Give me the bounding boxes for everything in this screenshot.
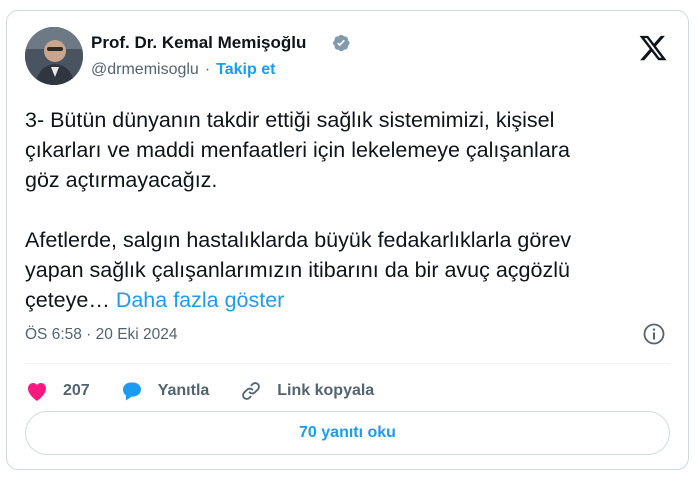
- heart-icon: [28, 383, 46, 401]
- separator-dot: ·: [204, 61, 211, 78]
- tweet-body: 3- Bütün dünyanın takdir ettiği sağlık s…: [25, 108, 572, 312]
- like-button[interactable]: 207: [25, 380, 90, 402]
- verified-badge-icon: [333, 34, 350, 52]
- reply-bubble-icon: [122, 382, 141, 401]
- action-bar: 207 Yanıtla Link kopyala: [25, 376, 404, 406]
- show-more-link[interactable]: Daha fazla göster: [116, 288, 285, 312]
- author-name[interactable]: Prof. Dr. Kemal Memişoğlu: [91, 33, 306, 53]
- copy-link-label: Link kopyala: [277, 382, 375, 399]
- copy-link-button[interactable]: Link kopyala: [239, 380, 374, 402]
- x-logo-icon[interactable]: [638, 33, 668, 63]
- read-replies-button[interactable]: 70 yanıtı oku: [25, 411, 670, 455]
- divider: [25, 363, 670, 364]
- reply-button[interactable]: Yanıtla: [120, 380, 210, 402]
- follow-button[interactable]: Takip et: [216, 61, 275, 78]
- avatar[interactable]: [25, 27, 83, 85]
- tweet-card: Prof. Dr. Kemal Memişoğlu @drmemisoglu · T…: [6, 10, 689, 470]
- author-handle-row: @drmemisoglu · Takip et: [91, 61, 275, 79]
- link-icon: [242, 382, 261, 400]
- tweet-text: 3- Bütün dünyanın takdir ettiği sağlık s…: [25, 105, 675, 315]
- tweet-timestamp[interactable]: ÖS 6:58 · 20 Eki 2024: [25, 326, 178, 344]
- author-handle[interactable]: @drmemisoglu: [91, 61, 199, 78]
- reply-label: Yanıtla: [157, 382, 210, 399]
- likes-count: 207: [63, 382, 90, 399]
- info-icon[interactable]: [642, 322, 666, 346]
